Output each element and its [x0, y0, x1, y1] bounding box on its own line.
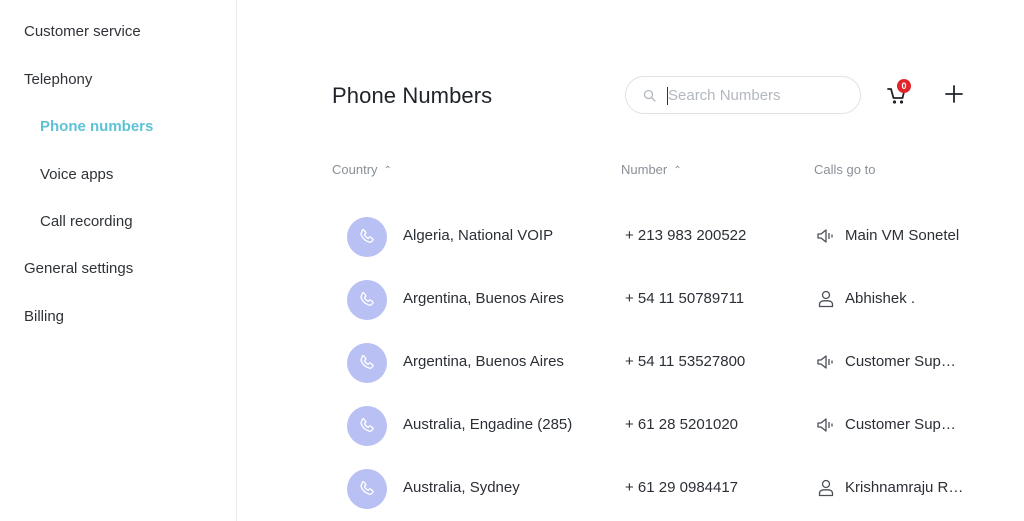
row-number: + 61 29 0984417 — [625, 479, 739, 496]
table-row[interactable]: Argentina, Buenos Aires + 54 11 53527800… — [332, 339, 992, 389]
phone-avatar — [347, 217, 387, 257]
column-header-label: Number — [621, 162, 668, 177]
voice-app-icon — [817, 355, 833, 369]
sidebar-item-telephony[interactable]: Telephony — [24, 71, 92, 88]
sidebar: Customer service Telephony Phone numbers… — [0, 0, 237, 521]
column-header-country[interactable]: Country ⌃ — [332, 162, 392, 177]
sidebar-item-voice-apps[interactable]: Voice apps — [40, 166, 113, 183]
page-title: Phone Numbers — [332, 83, 493, 108]
row-country: Algeria, National VOIP — [403, 227, 554, 244]
sidebar-item-customer-service[interactable]: Customer service — [24, 23, 141, 40]
add-number-button[interactable] — [943, 83, 965, 105]
row-country: Australia, Sydney — [403, 479, 520, 496]
search-box[interactable] — [625, 76, 861, 114]
row-destination: Main VM Sonetel — [845, 227, 960, 244]
phone-icon — [360, 418, 374, 432]
sidebar-item-phone-numbers[interactable]: Phone numbers — [40, 118, 153, 135]
row-number: + 61 28 5201020 — [625, 416, 739, 433]
search-input[interactable] — [668, 85, 838, 105]
sidebar-item-billing[interactable]: Billing — [24, 308, 64, 325]
sort-asc-icon: ⌃ — [383, 165, 392, 176]
plus-icon — [945, 85, 963, 103]
row-country: Argentina, Buenos Aires — [403, 353, 564, 370]
voice-app-icon — [817, 418, 833, 432]
sort-asc-icon: ⌃ — [673, 165, 682, 176]
phone-icon — [360, 481, 374, 495]
user-icon — [818, 290, 834, 308]
phone-icon — [360, 292, 374, 306]
row-number: + 213 983 200522 — [625, 227, 747, 244]
sidebar-item-call-recording[interactable]: Call recording — [40, 213, 133, 230]
cart-button[interactable]: 0 — [885, 79, 911, 108]
phone-icon — [360, 355, 374, 369]
row-country: Argentina, Buenos Aires — [403, 290, 564, 307]
row-country: Australia, Engadine (285) — [403, 416, 573, 433]
row-destination: Abhishek . — [845, 290, 916, 307]
row-number: + 54 11 53527800 — [625, 353, 746, 370]
sidebar-item-general-settings[interactable]: General settings — [24, 260, 133, 277]
row-number: + 54 11 50789711 — [625, 290, 745, 307]
phone-avatar — [347, 469, 387, 509]
table-row[interactable]: Australia, Sydney + 61 29 0984417 Krishn… — [332, 465, 992, 515]
table-row[interactable]: Argentina, Buenos Aires + 54 11 50789711… — [332, 276, 992, 326]
voice-app-icon — [817, 229, 833, 243]
table-row[interactable]: Australia, Engadine (285) + 61 28 520102… — [332, 402, 992, 452]
column-header-number[interactable]: Number ⌃ — [621, 162, 682, 177]
row-destination: Customer Sup… — [845, 353, 956, 370]
phone-avatar — [347, 343, 387, 383]
row-destination: Customer Sup… — [845, 416, 956, 433]
cart-count-badge: 0 — [897, 79, 911, 93]
search-icon — [643, 89, 656, 102]
phone-icon — [360, 229, 374, 243]
table-row[interactable]: Algeria, National VOIP + 213 983 200522 … — [332, 213, 992, 263]
user-icon — [818, 479, 834, 497]
row-destination: Krishnamraju R… — [845, 479, 964, 496]
column-header-label: Calls go to — [814, 162, 876, 177]
phone-avatar — [347, 406, 387, 446]
column-header-label: Country — [332, 162, 378, 177]
column-header-calls-go-to: Calls go to — [814, 162, 875, 177]
phone-avatar — [347, 280, 387, 320]
